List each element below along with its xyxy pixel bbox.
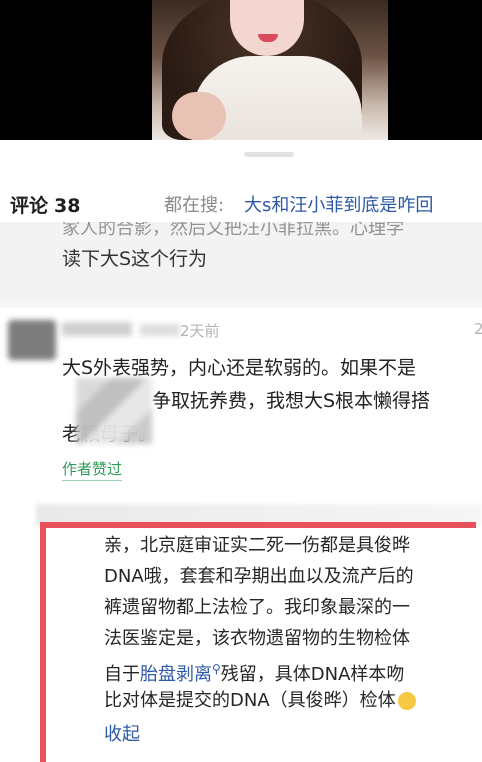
video-subject-hand <box>172 92 226 140</box>
reply-line: 亲，北京庭审证实二死一伤都是具俊晔 <box>104 535 410 556</box>
placenta-link[interactable]: 胎盘剥离 <box>140 664 212 685</box>
previous-comment-text: 读下大S这个行为 <box>62 248 208 270</box>
like-count[interactable]: 2 <box>474 320 482 338</box>
comments-count-title: 评论 38 <box>10 191 80 218</box>
reply-line: DNA哦，套套和孕期出血以及流产后的 <box>104 566 414 587</box>
comments-count: 38 <box>54 195 81 217</box>
reply-line: 比对体是提交的DNA（具俊晔）检体 <box>104 685 476 716</box>
reply-text-fragment: 比对体是提交的DNA（具俊晔）检体 <box>104 690 396 711</box>
divider <box>0 300 482 308</box>
user-meta-blurred <box>140 324 180 336</box>
video-player[interactable] <box>0 0 482 140</box>
video-frame <box>152 0 388 140</box>
search-suggestion-link[interactable]: 大s和汪小菲到底是咋回 <box>244 191 482 217</box>
previous-comment-cut-line: 家人的合影，然后又把汪小菲拉黑。心理学 <box>62 222 404 239</box>
previous-comment: 家人的合影，然后又把汪小菲拉黑。心理学 读下大S这个行为 <box>0 222 482 300</box>
comments-label: 评论 <box>10 195 49 217</box>
comment-time: 2天前 <box>180 322 220 340</box>
username-blurred[interactable] <box>62 322 132 336</box>
reply-line: 法医鉴定是，该衣物遗留物的生物检体 <box>104 628 410 649</box>
comments-sheet: 评论 38 都在搜: 大s和汪小菲到底是咋回 家人的合影，然后又把汪小菲拉黑。心理… <box>0 140 482 762</box>
mosaic-blur-overlay <box>76 378 152 444</box>
sheet-drag-handle[interactable] <box>244 152 294 157</box>
collapse-link[interactable]: 收起 <box>104 720 140 746</box>
reply-text-fragment: 残留，具体DNA样本吻 <box>220 664 405 685</box>
reply-text: 亲，北京庭审证实二死一伤都是具俊晔 DNA哦，套套和孕期出血以及流产后的 裤遗留… <box>104 530 476 716</box>
comments-header: 评论 38 都在搜: 大s和汪小菲到底是咋回 <box>0 184 482 222</box>
search-suggestion-prefix: 都在搜: <box>164 195 225 216</box>
reply-line: 自于胎盘剥离⚲残留，具体DNA样本吻 <box>104 654 476 685</box>
reply-text-fragment: 自于 <box>104 664 140 685</box>
author-liked-badge: 作者赞过 <box>62 458 123 481</box>
reply-line: 裤遗留物都上法检了。我印象最深的一 <box>104 597 410 618</box>
avatar[interactable] <box>8 320 56 360</box>
search-link-icon[interactable]: ⚲ <box>212 662 221 676</box>
grimace-emoji-icon <box>397 692 416 710</box>
highlighted-reply: 亲，北京庭审证实二死一伤都是具俊晔 DNA哦，套套和孕期出血以及流产后的 裤遗留… <box>40 522 476 762</box>
